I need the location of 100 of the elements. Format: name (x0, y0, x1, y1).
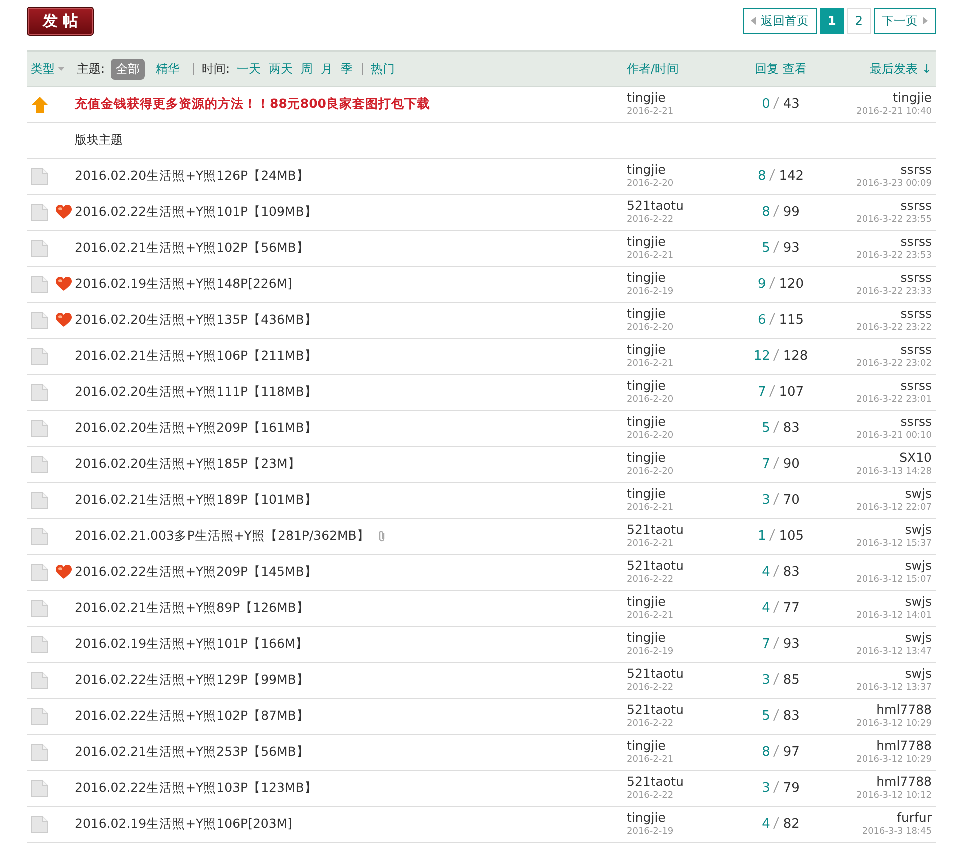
view-count: 82 (783, 817, 800, 832)
author-name[interactable]: tingjie (627, 306, 731, 320)
last-poster-name[interactable]: swjs (905, 522, 932, 536)
author-name[interactable]: tingjie (627, 738, 731, 752)
post-date: 2016-2-19 (627, 646, 675, 658)
thread-title-link[interactable]: 2016.02.21生活照+Y照102P【56MB】 (75, 240, 310, 257)
new-post-button[interactable]: 发 帖 (27, 7, 94, 36)
slash-divider (768, 529, 778, 541)
thread-title-link[interactable]: 2016.02.22生活照+Y照103P【123MB】 (75, 780, 318, 797)
author-name[interactable]: tingjie (627, 162, 731, 176)
topic-label: 主题: (77, 60, 106, 78)
last-poster-name[interactable]: swjs (905, 594, 932, 608)
document-icon (31, 312, 49, 330)
last-post-column-header[interactable]: 最后发表 ↓ (831, 60, 936, 78)
next-page-link[interactable]: 下一页 (874, 8, 936, 34)
last-poster-name[interactable]: hml7788 (876, 774, 932, 788)
page-link[interactable]: 2 (847, 8, 871, 34)
last-poster-name[interactable]: ssrss (900, 234, 932, 248)
thread-title-link[interactable]: 2016.02.20生活照+Y照209P【161MB】 (75, 420, 318, 437)
author-name[interactable]: 521taotu (627, 774, 731, 788)
thread-title-link[interactable]: 2016.02.22生活照+Y照209P【145MB】 (75, 564, 318, 581)
author-name[interactable]: 521taotu (627, 198, 731, 212)
reply-count: 3 (762, 781, 770, 796)
thread-title-link[interactable]: 2016.02.21.003多P生活照+Y照【281P/362MB】 (75, 528, 370, 545)
author-name[interactable]: tingjie (627, 270, 731, 284)
slash-divider (772, 205, 782, 217)
last-poster-name[interactable]: furfur (897, 810, 932, 824)
author-name[interactable]: tingjie (627, 486, 731, 500)
topic-filter-option[interactable]: 全部 (111, 58, 146, 80)
post-date: 2016-2-22 (627, 790, 675, 802)
author-name[interactable]: tingjie (627, 378, 731, 392)
last-poster-name[interactable]: ssrss (900, 342, 932, 356)
author-name[interactable]: tingjie (627, 810, 731, 824)
last-poster-name[interactable]: ssrss (900, 306, 932, 320)
view-count: 115 (779, 313, 804, 328)
thread-title-link[interactable]: 2016.02.20生活照+Y照135P【436MB】 (75, 312, 318, 329)
author-name[interactable]: tingjie (627, 342, 731, 356)
last-poster-name[interactable]: SX10 (900, 450, 932, 464)
thread-title-link[interactable]: 2016.02.21生活照+Y照189P【101MB】 (75, 492, 318, 509)
view-count: 79 (783, 781, 800, 796)
view-count: 85 (783, 673, 800, 688)
reply-count: 4 (762, 601, 770, 616)
topic-filter-option[interactable]: 精华 (151, 58, 186, 80)
last-poster-name[interactable]: ssrss (900, 162, 932, 176)
thread-title-link[interactable]: 2016.02.21生活照+Y照89P【126MB】 (75, 600, 310, 617)
last-post-time: 2016-3-22 23:22 (856, 322, 932, 334)
author-name[interactable]: tingjie (627, 630, 731, 644)
view-count: 107 (779, 385, 804, 400)
last-poster-name[interactable]: hml7788 (876, 738, 932, 752)
document-icon (31, 600, 49, 618)
author-name[interactable]: tingjie (627, 414, 731, 428)
last-poster-name[interactable]: ssrss (900, 414, 932, 428)
author-name[interactable]: tingjie (627, 90, 731, 104)
document-icon (31, 744, 49, 762)
slash-divider (772, 97, 782, 109)
thread-title-link[interactable]: 2016.02.22生活照+Y照101P【109MB】 (75, 204, 318, 221)
slash-divider (772, 565, 782, 577)
last-poster-name[interactable]: swjs (905, 666, 932, 680)
slash-divider (772, 241, 782, 253)
reply-count: 8 (762, 745, 770, 760)
author-name[interactable]: 521taotu (627, 702, 731, 716)
last-poster-name[interactable]: ssrss (900, 378, 932, 392)
home-page-link[interactable]: 返回首页 (743, 8, 817, 34)
view-count: 83 (783, 709, 800, 724)
last-poster-name[interactable]: ssrss (900, 198, 932, 212)
document-icon (31, 348, 49, 366)
thread-title-link[interactable]: 2016.02.19生活照+Y照101P【166M】 (75, 636, 309, 653)
thread-title-link[interactable]: 2016.02.21生活照+Y照253P【56MB】 (75, 744, 310, 761)
reply-count: 5 (762, 421, 770, 436)
thread-title-link[interactable]: 2016.02.20生活照+Y照111P【118MB】 (75, 384, 318, 401)
thread-title-link[interactable]: 2016.02.19生活照+Y照106P[203M] (75, 816, 292, 833)
thread-title-link[interactable]: 2016.02.21生活照+Y照106P【211MB】 (75, 348, 318, 365)
author-name[interactable]: 521taotu (627, 522, 731, 536)
thread-title-link[interactable]: 2016.02.20生活照+Y照185P【23M】 (75, 456, 301, 473)
author-name[interactable]: 521taotu (627, 666, 731, 680)
document-icon (31, 564, 49, 582)
reply-count: 4 (762, 565, 770, 580)
author-name[interactable]: tingjie (627, 234, 731, 248)
last-poster-name[interactable]: swjs (905, 630, 932, 644)
last-poster-name[interactable]: ssrss (900, 270, 932, 284)
thread-title-link[interactable]: 2016.02.22生活照+Y照102P【87MB】 (75, 708, 310, 725)
thread-title-link[interactable]: 2016.02.22生活照+Y照129P【99MB】 (75, 672, 310, 689)
author-name[interactable]: tingjie (627, 450, 731, 464)
post-date: 2016-2-21 (627, 502, 675, 514)
last-post-time: 2016-3-22 23:01 (856, 394, 932, 406)
slash-divider (768, 313, 778, 325)
document-icon (31, 780, 49, 798)
slash-divider (772, 493, 782, 505)
last-poster-name[interactable]: hml7788 (876, 702, 932, 716)
last-poster-name[interactable]: swjs (905, 486, 932, 500)
document-icon (31, 456, 49, 474)
last-post-time: 2016-3-12 10:29 (856, 718, 932, 730)
last-poster-name[interactable]: swjs (905, 558, 932, 572)
thread-title-link[interactable]: 充值金钱获得更多资源的方法！！88元800良家套图打包下载 (75, 96, 430, 113)
thread-title-link[interactable]: 2016.02.20生活照+Y照126P【24MB】 (75, 168, 310, 185)
author-name[interactable]: 521taotu (627, 558, 731, 572)
thread-title-link[interactable]: 2016.02.19生活照+Y照148P[226M] (75, 276, 292, 293)
last-poster-name[interactable]: tingjie (893, 90, 932, 104)
author-name[interactable]: tingjie (627, 594, 731, 608)
document-icon (31, 240, 49, 258)
